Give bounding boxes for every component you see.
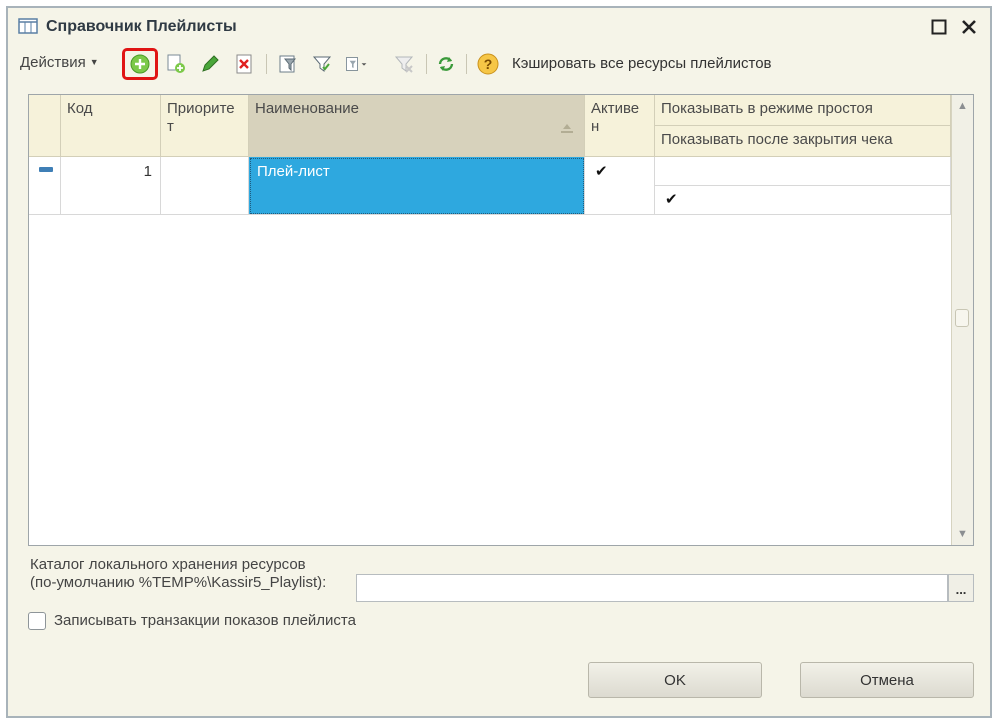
table-icon <box>18 18 38 34</box>
cell-show-after-check[interactable]: ✔ <box>655 186 951 215</box>
column-header-active[interactable]: Активе н <box>585 95 655 157</box>
window-title: Справочник Плейлисты <box>46 18 237 35</box>
sort-icon <box>560 121 574 139</box>
scroll-down-icon[interactable]: ▼ <box>952 523 973 545</box>
maximize-icon[interactable] <box>928 16 950 38</box>
delete-icon[interactable] <box>232 52 256 76</box>
edit-icon[interactable] <box>198 52 222 76</box>
cell-active[interactable]: ✔ <box>585 157 655 215</box>
toolbar-separator <box>266 54 267 74</box>
actions-label: Действия <box>20 54 86 71</box>
add-icon[interactable] <box>128 52 152 76</box>
refresh-icon[interactable] <box>434 52 458 76</box>
ok-button[interactable]: OK <box>588 662 762 698</box>
toolbar: Действия ▼ ? Кэшировать все ресурсы плей… <box>8 46 990 82</box>
close-icon[interactable] <box>958 16 980 38</box>
column-header-code[interactable]: Код <box>61 95 161 157</box>
cancel-button[interactable]: Отмена <box>800 662 974 698</box>
chevron-down-icon: ▼ <box>89 57 99 67</box>
filter-clear-icon[interactable] <box>392 52 416 76</box>
browse-button[interactable]: ... <box>948 574 974 602</box>
help-icon[interactable]: ? <box>476 52 500 76</box>
column-header-show-after-check[interactable]: Показывать после закрытия чека <box>655 126 951 157</box>
column-header-show-idle[interactable]: Показывать в режиме простоя <box>655 95 951 126</box>
svg-text:?: ? <box>484 56 493 72</box>
row-marker[interactable] <box>29 157 61 215</box>
cell-show-idle[interactable] <box>655 157 951 186</box>
copy-icon[interactable] <box>164 52 188 76</box>
cache-resources-button[interactable]: Кэшировать все ресурсы плейлистов <box>512 55 772 72</box>
cell-name[interactable]: Плей-лист <box>249 157 585 215</box>
storage-path-label: Каталог локального хранения ресурсов (по… <box>30 556 326 592</box>
log-transactions-label[interactable]: Записывать транзакции показов плейлиста <box>54 612 356 629</box>
filter-icon[interactable] <box>276 52 300 76</box>
toolbar-separator <box>466 54 467 74</box>
storage-path-input[interactable] <box>356 574 948 602</box>
storage-path-label-line1: Каталог локального хранения ресурсов <box>30 556 306 573</box>
scroll-thumb[interactable] <box>955 309 969 327</box>
filter-select-icon[interactable] <box>310 52 334 76</box>
cell-priority[interactable] <box>161 157 249 215</box>
actions-menu-button[interactable]: Действия ▼ <box>20 54 99 71</box>
filter-list-icon[interactable] <box>344 52 368 76</box>
scroll-up-icon[interactable]: ▲ <box>952 95 973 117</box>
storage-path-label-line2: (по-умолчанию %TEMP%\Kassir5_Playlist): <box>30 574 327 591</box>
playlists-table: Код Приорите т Наименование Активе н Пок… <box>28 94 974 546</box>
playlists-window: Справочник Плейлисты Действия ▼ ? Кэширо… <box>6 6 992 718</box>
toolbar-separator <box>426 54 427 74</box>
vertical-scrollbar[interactable]: ▲ ▼ <box>951 95 973 545</box>
row-marker-header <box>29 95 61 157</box>
log-transactions-checkbox[interactable] <box>28 612 46 630</box>
column-header-name[interactable]: Наименование <box>249 95 585 157</box>
column-header-name-label: Наименование <box>255 100 359 117</box>
title-bar: Справочник Плейлисты <box>8 8 990 46</box>
column-header-priority[interactable]: Приорите т <box>161 95 249 157</box>
row-status-icon <box>39 167 53 172</box>
cell-code[interactable]: 1 <box>61 157 161 215</box>
